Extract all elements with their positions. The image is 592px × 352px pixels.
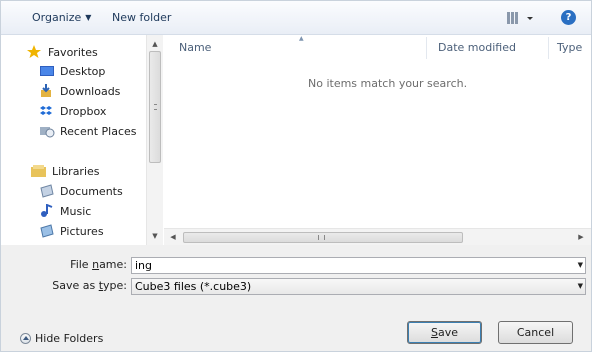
grip-icon xyxy=(154,104,157,110)
navigation-pane: Favorites Desktop Downloads Dropbox Rece… xyxy=(1,35,163,245)
save-button[interactable]: Save xyxy=(407,321,482,344)
chevron-down-icon[interactable]: ▼ xyxy=(578,258,583,273)
nav-label: Pictures xyxy=(60,225,104,238)
collapse-up-icon xyxy=(20,333,31,344)
nav-label: Downloads xyxy=(60,85,121,98)
scroll-right-icon[interactable]: ▶ xyxy=(574,229,588,245)
documents-icon xyxy=(39,184,55,198)
nav-item-downloads[interactable]: Downloads xyxy=(39,83,120,101)
column-header-name[interactable]: Name xyxy=(179,40,211,56)
nav-item-pictures[interactable]: Pictures xyxy=(39,223,104,241)
nav-label: Music xyxy=(60,205,92,218)
nav-item-favorites[interactable]: Favorites xyxy=(27,44,98,62)
label-text: Save as xyxy=(52,279,99,292)
desktop-icon xyxy=(39,64,55,78)
column-divider[interactable] xyxy=(548,37,549,59)
recent-places-icon xyxy=(39,124,55,138)
column-header-label: Type xyxy=(557,41,583,54)
save-label: ave xyxy=(437,326,458,339)
column-divider[interactable] xyxy=(426,37,427,59)
file-list-horizontal-scrollbar[interactable]: ◀ ▶ xyxy=(164,228,591,245)
organize-button[interactable]: Organize ▼ xyxy=(32,10,91,26)
save-as-type-select[interactable]: Cube3 files (*.cube3) ▼ xyxy=(131,278,586,295)
grip-icon xyxy=(318,235,325,240)
nav-item-dropbox[interactable]: Dropbox xyxy=(39,103,106,121)
browser-panes: Favorites Desktop Downloads Dropbox Rece… xyxy=(1,35,591,245)
nav-label: Desktop xyxy=(60,65,106,78)
view-options-button[interactable] xyxy=(505,9,537,27)
file-name-field[interactable]: ing ▼ xyxy=(131,257,586,274)
nav-item-recent-places[interactable]: Recent Places xyxy=(39,123,137,141)
column-header-type[interactable]: Type xyxy=(557,40,582,56)
label-text: ame: xyxy=(99,258,127,271)
file-list-pane: Name ▲ Date modified Type No items match… xyxy=(164,35,591,245)
label-text: ype: xyxy=(103,279,127,292)
save-as-type-value: Cube3 files (*.cube3) xyxy=(135,280,252,293)
help-icon[interactable]: ? xyxy=(561,10,576,25)
scroll-left-icon[interactable]: ◀ xyxy=(166,229,180,245)
column-header-label: Date modified xyxy=(438,41,516,54)
scrollbar-thumb[interactable] xyxy=(149,51,161,163)
pictures-icon xyxy=(39,224,55,238)
chevron-down-icon: ▼ xyxy=(85,13,92,22)
libraries-icon xyxy=(31,164,47,178)
nav-vertical-scrollbar[interactable]: ▲ ▼ xyxy=(146,35,163,245)
nav-item-music[interactable]: Music xyxy=(39,203,91,221)
view-options-icon xyxy=(507,12,533,24)
chevron-down-icon[interactable]: ▼ xyxy=(578,279,583,294)
dropbox-icon xyxy=(39,104,55,118)
sort-caret-icon: ▲ xyxy=(299,35,304,42)
nav-item-documents[interactable]: Documents xyxy=(39,183,123,201)
file-name-label: File name: xyxy=(1,257,127,273)
nav-label: Dropbox xyxy=(60,105,107,118)
scroll-up-icon[interactable]: ▲ xyxy=(147,37,163,51)
star-icon xyxy=(27,45,47,59)
scroll-down-icon[interactable]: ▼ xyxy=(147,229,163,243)
nav-item-desktop[interactable]: Desktop xyxy=(39,63,105,81)
access-key: n xyxy=(92,258,100,271)
music-icon xyxy=(39,203,55,218)
downloads-icon xyxy=(39,84,55,98)
scrollbar-thumb[interactable] xyxy=(183,232,463,243)
nav-label: Favorites xyxy=(48,46,98,59)
nav-label: Recent Places xyxy=(60,125,137,138)
column-header-date-modified[interactable]: Date modified xyxy=(438,40,516,56)
label-text: File xyxy=(70,258,93,271)
save-as-type-label: Save as type: xyxy=(1,278,127,294)
cancel-button[interactable]: Cancel xyxy=(498,321,573,344)
command-toolbar: Organize ▼ New folder ? xyxy=(1,1,591,35)
hide-folders-toggle[interactable]: Hide Folders xyxy=(20,332,103,346)
access-key: S xyxy=(430,326,438,339)
organize-label: Organize xyxy=(32,11,82,24)
nav-label: Documents xyxy=(60,185,123,198)
empty-results-message: No items match your search. xyxy=(308,77,468,90)
hide-folders-label: Hide Folders xyxy=(35,332,104,345)
column-header-label: Name xyxy=(179,41,212,54)
nav-item-libraries[interactable]: Libraries xyxy=(31,163,100,181)
new-folder-button[interactable]: New folder xyxy=(112,10,171,26)
file-name-value: ing xyxy=(135,259,153,272)
nav-label: Libraries xyxy=(52,165,100,178)
save-as-dialog: Organize ▼ New folder ? Favorites Deskto… xyxy=(0,0,592,352)
